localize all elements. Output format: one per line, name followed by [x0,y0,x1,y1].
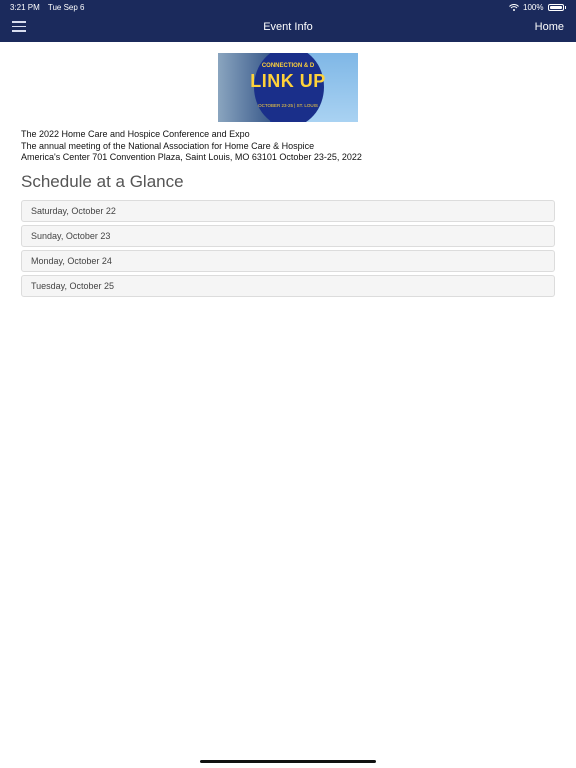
battery-tip [564,6,566,9]
event-description: The annual meeting of the National Assoc… [21,140,315,151]
page-title: Event Info [263,21,313,33]
navigation-bar: Event Info Home [0,14,576,42]
event-banner-image: CONNECTION & D LINK UP OCTOBER 23-25 | S… [218,53,358,122]
schedule-day-monday[interactable]: Monday, October 24 [21,250,555,272]
battery-percent: 100% [523,3,544,12]
schedule-day-sunday[interactable]: Sunday, October 23 [21,225,555,247]
banner-title: LINK UP [250,71,326,91]
banner-dates: OCTOBER 23-25 | ST. LOUIS [258,103,318,108]
schedule-title: Schedule at a Glance [21,172,184,191]
schedule-day-tuesday[interactable]: Tuesday, October 25 [21,275,555,297]
home-button[interactable]: Home [535,21,564,33]
banner-subtitle: CONNECTION & D [261,63,315,69]
event-location: America's Center 701 Convention Plaza, S… [21,152,362,162]
status-bar: 3:21 PM Tue Sep 6 100% [0,0,576,14]
schedule-day-saturday[interactable]: Saturday, October 22 [21,200,555,222]
wifi-icon [509,3,519,11]
status-date: Tue Sep 6 [47,3,85,12]
home-indicator[interactable] [200,760,376,763]
status-time: 3:21 PM [10,3,40,12]
schedule-day-list: Saturday, October 22 Sunday, October 23 … [21,200,555,300]
event-info-text: The 2022 Home Care and Hospice Conferenc… [21,129,362,164]
event-name: The 2022 Home Care and Hospice Conferenc… [21,129,250,139]
battery-icon [547,4,564,11]
